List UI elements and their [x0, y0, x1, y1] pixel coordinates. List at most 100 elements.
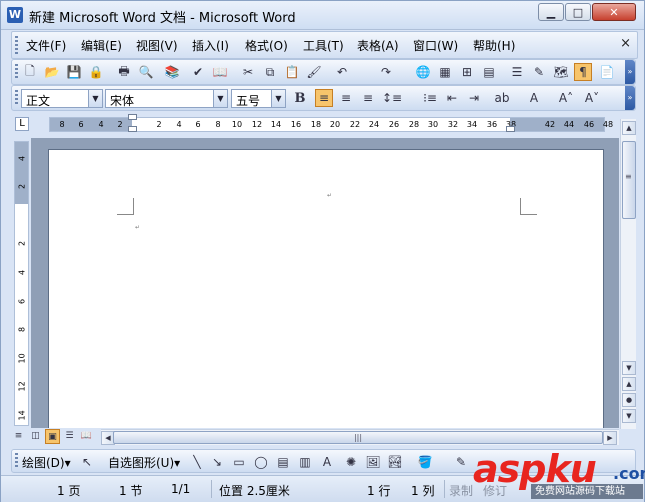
font-select[interactable]: 宋体 ▼ [105, 89, 228, 108]
line-icon[interactable]: ╲ [188, 453, 206, 471]
align-right-icon[interactable]: ≡ [359, 89, 377, 107]
redo-icon[interactable]: ↷ [377, 63, 395, 81]
autoshapes-menu-button[interactable]: 自选图形(U)▾ [108, 454, 180, 471]
menu-tools[interactable]: 工具(T) [303, 37, 344, 54]
draw-menu-button[interactable]: 绘图(D)▾ [22, 454, 71, 471]
next-page-button[interactable]: ▼ [622, 409, 636, 423]
insert-table-icon[interactable]: ⊞ [458, 63, 476, 81]
chevron-down-icon[interactable]: ▼ [213, 90, 227, 107]
close-button[interactable]: ✕ [592, 3, 636, 21]
select-browse-object-button[interactable]: ● [622, 393, 636, 407]
toolbar-grip[interactable] [15, 64, 18, 80]
select-pointer-icon[interactable]: ↖ [78, 453, 96, 471]
toolbar-options-icon[interactable]: » [625, 86, 635, 110]
outline-view-icon[interactable]: ☰ [62, 429, 77, 444]
permission-icon[interactable]: 🔒 [87, 63, 105, 81]
insert-excel-icon[interactable]: ▤ [480, 63, 498, 81]
menu-window[interactable]: 窗口(W) [413, 37, 458, 54]
shrink-font-icon[interactable]: A˅ [583, 89, 601, 107]
scroll-right-button[interactable]: ▶ [603, 431, 617, 445]
menu-file[interactable]: 文件(F) [26, 37, 66, 54]
toolbar-options-icon[interactable]: » [625, 60, 635, 84]
reading-layout-icon[interactable]: 📖 [79, 429, 94, 444]
font-color-icon[interactable]: A [525, 89, 543, 107]
format-painter-icon[interactable]: 🖌 [305, 63, 323, 81]
right-indent-marker[interactable] [506, 126, 515, 132]
font-size-select[interactable]: 五号 ▼ [231, 89, 286, 108]
menu-edit[interactable]: 编辑(E) [81, 37, 122, 54]
new-document-icon[interactable]: 🗋 [21, 63, 39, 81]
print-layout-icon[interactable]: ▣ [45, 429, 60, 444]
scroll-down-button[interactable]: ▼ [622, 361, 636, 375]
line-spacing-icon[interactable]: ↕≡ [382, 89, 402, 107]
increase-indent-icon[interactable]: ⇥ [465, 89, 483, 107]
drawing-icon[interactable]: ✎ [530, 63, 548, 81]
picture-icon[interactable]: 🏞 [386, 453, 404, 471]
menu-view[interactable]: 视图(V) [136, 37, 178, 54]
horizontal-scrollbar[interactable]: ◀ ||| ▶ [101, 429, 619, 445]
paste-icon[interactable]: 📋 [283, 63, 301, 81]
show-hide-icon[interactable]: ¶ [574, 63, 592, 81]
document-page[interactable]: ↵ ↵ [48, 149, 604, 428]
web-layout-icon[interactable]: ◫ [28, 429, 43, 444]
document-map-icon[interactable]: 🗺 [552, 63, 570, 81]
align-left-icon[interactable]: ≡ [315, 89, 333, 107]
textbox-icon[interactable]: ▤ [274, 453, 292, 471]
chevron-down-icon[interactable]: ▼ [271, 90, 285, 107]
vertical-textbox-icon[interactable]: ▥ [296, 453, 314, 471]
decrease-indent-icon[interactable]: ⇤ [443, 89, 461, 107]
toolbar-grip[interactable] [15, 453, 18, 469]
oval-icon[interactable]: ◯ [252, 453, 270, 471]
read-icon[interactable]: 📄 [598, 63, 616, 81]
tab-selector[interactable]: L [15, 117, 29, 131]
toolbar-grip[interactable] [15, 90, 18, 106]
rectangle-icon[interactable]: ▭ [230, 453, 248, 471]
cut-icon[interactable]: ✂ [239, 63, 257, 81]
align-center-icon[interactable]: ≡ [337, 89, 355, 107]
print-icon[interactable]: 🖶 [115, 63, 133, 81]
horizontal-ruler[interactable]: 8 6 4 2 2 4 6 8 10 12 14 16 18 20 22 24 26 28 30 32 34 36 38 42… [49, 114, 613, 132]
word-app-icon[interactable]: W [7, 7, 23, 23]
clipart-icon[interactable]: 🖼 [364, 453, 382, 471]
previous-page-button[interactable]: ▲ [622, 377, 636, 391]
undo-icon[interactable]: ↶ [333, 63, 351, 81]
status-record[interactable]: 录制 [449, 482, 473, 499]
horizontal-scroll-thumb[interactable]: ||| [113, 431, 603, 444]
research-icon[interactable]: 📚 [163, 63, 181, 81]
wordart-icon[interactable]: A [318, 453, 336, 471]
hyperlink-icon[interactable]: 🌐 [414, 63, 432, 81]
maximize-button[interactable]: □ [565, 3, 591, 21]
tables-borders-icon[interactable]: ▦ [436, 63, 454, 81]
style-select[interactable]: 正文 ▼ [21, 89, 103, 108]
first-line-indent-marker[interactable] [128, 114, 137, 120]
menu-help[interactable]: 帮助(H) [473, 37, 515, 54]
grow-font-icon[interactable]: A˄ [557, 89, 575, 107]
menu-table[interactable]: 表格(A) [357, 37, 399, 54]
numbering-icon[interactable]: ⁝≡ [421, 89, 439, 107]
close-document-icon[interactable]: × [620, 36, 631, 51]
columns-icon[interactable]: ☰ [508, 63, 526, 81]
vertical-ruler[interactable]: 4 2 2 4 6 8 10 12 14 [14, 141, 29, 426]
arrow-icon[interactable]: ↘ [208, 453, 226, 471]
vertical-scrollbar[interactable]: ▲ ≡ ▼ ▲ ● ▼ [620, 119, 636, 429]
fill-color-icon[interactable]: 🪣 [416, 453, 434, 471]
menu-insert[interactable]: 插入(I) [192, 37, 229, 54]
highlight-icon[interactable]: ab [493, 89, 511, 107]
copy-icon[interactable]: ⧉ [261, 63, 279, 81]
spelling-icon[interactable]: ✔ [189, 63, 207, 81]
menubar-grip[interactable] [15, 36, 18, 54]
line-color-icon[interactable]: ✎ [452, 453, 470, 471]
print-preview-icon[interactable]: 🔍 [137, 63, 155, 81]
normal-view-icon[interactable]: ≡ [11, 429, 26, 444]
open-folder-icon[interactable]: 📂 [43, 63, 61, 81]
diagram-icon[interactable]: ✺ [342, 453, 360, 471]
research-book-icon[interactable]: 📖 [211, 63, 229, 81]
menu-format[interactable]: 格式(O) [245, 37, 288, 54]
bold-button[interactable]: B [291, 89, 309, 107]
save-icon[interactable]: 💾 [65, 63, 83, 81]
minimize-button[interactable]: ▁ [538, 3, 564, 21]
scroll-thumb[interactable]: ≡ [622, 141, 636, 219]
scroll-up-button[interactable]: ▲ [622, 121, 636, 135]
chevron-down-icon[interactable]: ▼ [88, 90, 102, 107]
hanging-indent-marker[interactable] [128, 126, 137, 132]
